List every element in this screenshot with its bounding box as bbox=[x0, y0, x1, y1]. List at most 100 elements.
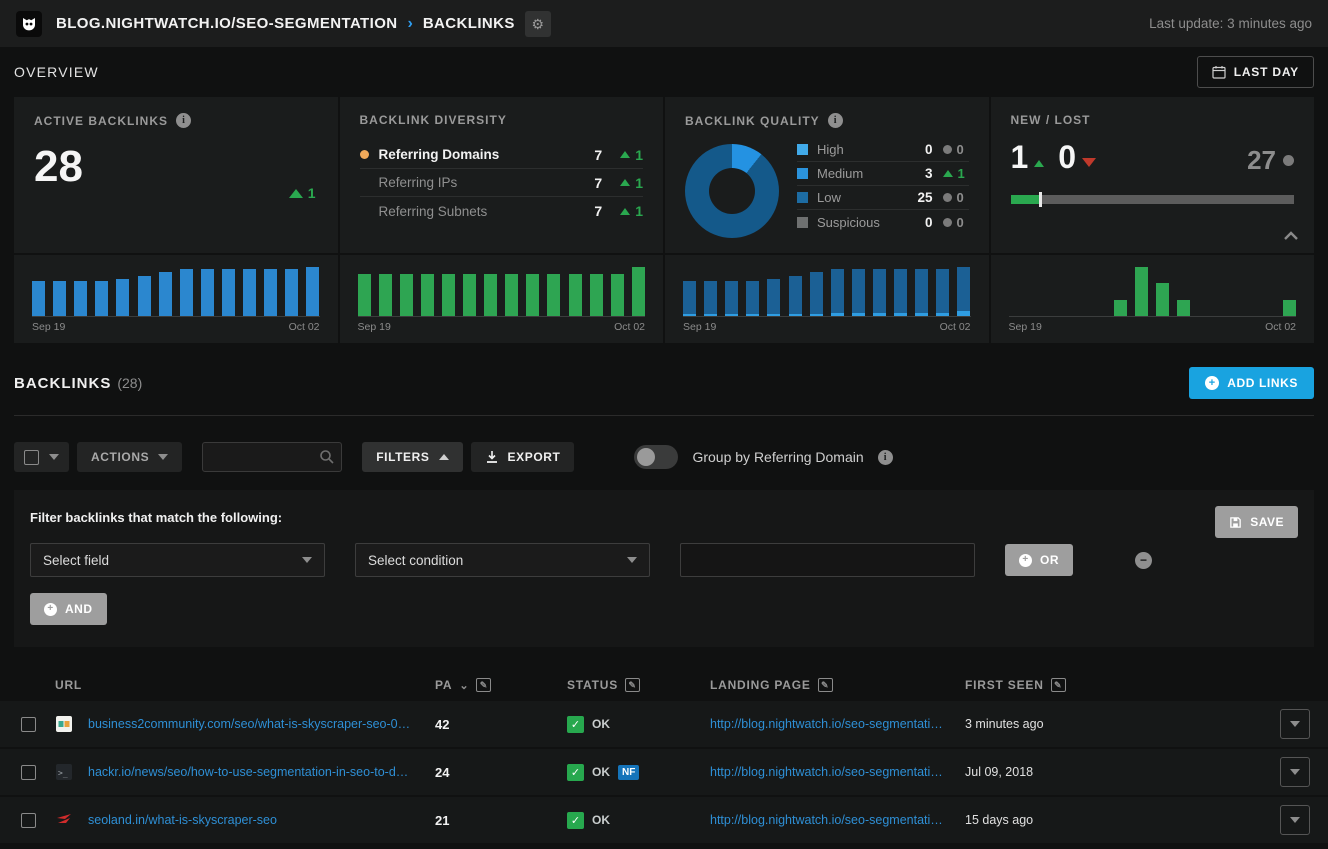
edit-column-icon[interactable]: ✎ bbox=[625, 678, 640, 692]
card-active-backlinks: ACTIVE BACKLINKS i 28 1 bbox=[14, 97, 338, 253]
diversity-row-referring-ips[interactable]: Referring IPs 7 1 bbox=[360, 169, 644, 197]
date-range-button[interactable]: LAST DAY bbox=[1197, 56, 1314, 88]
site-favicon bbox=[56, 812, 72, 828]
first-seen-value: Jul 09, 2018 bbox=[958, 765, 1280, 779]
nightwatch-logo-icon bbox=[16, 11, 42, 37]
chart-backlink-quality: Sep 19Oct 02 bbox=[665, 255, 989, 343]
landing-page-link[interactable]: http://blog.nightwatch.io/seo-segmentati… bbox=[710, 765, 958, 779]
breadcrumb-site[interactable]: BLOG.NIGHTWATCH.IO/SEO-SEGMENTATION bbox=[56, 15, 398, 32]
filters-button[interactable]: FILTERS bbox=[362, 442, 462, 472]
save-filter-button[interactable]: SAVE bbox=[1215, 506, 1298, 538]
calendar-icon bbox=[1212, 65, 1226, 79]
plus-icon: + bbox=[1019, 554, 1032, 567]
row-actions-dropdown[interactable] bbox=[1280, 709, 1310, 739]
column-header-pa[interactable]: PA ⌄ ✎ bbox=[428, 678, 560, 692]
card-title: BACKLINK QUALITY bbox=[685, 114, 820, 128]
column-header-landing-page[interactable]: LANDING PAGE ✎ bbox=[703, 678, 958, 692]
export-button[interactable]: EXPORT bbox=[471, 442, 575, 472]
diversity-row-referring-subnets[interactable]: Referring Subnets 7 1 bbox=[360, 197, 644, 225]
backlink-url-link[interactable]: business2community.com/seo/what-is-skysc… bbox=[88, 717, 428, 731]
column-header-url[interactable]: URL bbox=[0, 678, 428, 692]
trend-up-icon bbox=[620, 208, 630, 215]
group-toggle-label: Group by Referring Domain bbox=[692, 449, 863, 465]
group-by-domain-toggle[interactable] bbox=[634, 445, 678, 469]
info-icon[interactable]: i bbox=[878, 450, 893, 465]
pa-value: 24 bbox=[428, 765, 560, 780]
row-actions-dropdown[interactable] bbox=[1280, 805, 1310, 835]
backlink-url-link[interactable]: seoland.in/what-is-skyscraper-seo bbox=[88, 813, 428, 827]
lost-count: 0 bbox=[1058, 141, 1076, 173]
trend-flat-icon bbox=[943, 193, 952, 202]
row-checkbox[interactable] bbox=[21, 765, 36, 780]
pa-value: 42 bbox=[428, 717, 560, 732]
column-header-status[interactable]: STATUS ✎ bbox=[560, 678, 703, 692]
add-and-condition-button[interactable]: + AND bbox=[30, 593, 107, 625]
table-row: >_ hackr.io/news/seo/how-to-use-segmenta… bbox=[0, 749, 1328, 795]
remove-condition-icon[interactable]: − bbox=[1135, 552, 1152, 569]
quality-legend: High 0 0 Medium 3 1 Low 25 0 bbox=[797, 138, 969, 238]
legend-row-medium: Medium 3 1 bbox=[797, 162, 969, 186]
card-new-lost: NEW / LOST 1 0 27 bbox=[991, 97, 1315, 253]
trend-up-icon bbox=[289, 189, 303, 198]
row-checkbox[interactable] bbox=[21, 717, 36, 732]
sort-caret-icon: ⌄ bbox=[459, 679, 469, 692]
trend-up-icon bbox=[620, 179, 630, 186]
stat-cards-row: ACTIVE BACKLINKS i 28 1 BACKLINK DIVERSI… bbox=[14, 97, 1314, 253]
landing-page-link[interactable]: http://blog.nightwatch.io/seo-segmentati… bbox=[710, 813, 958, 827]
add-or-condition-button[interactable]: + OR bbox=[1005, 544, 1073, 576]
legend-swatch bbox=[797, 192, 808, 203]
diversity-row-referring-domains[interactable]: Referring Domains 7 1 bbox=[360, 141, 644, 169]
info-icon[interactable]: i bbox=[828, 113, 843, 128]
legend-row-suspicious: Suspicious 0 0 bbox=[797, 210, 969, 234]
chevron-down-icon bbox=[1290, 769, 1300, 775]
edit-column-icon[interactable]: ✎ bbox=[1051, 678, 1066, 692]
backlink-url-link[interactable]: hackr.io/news/seo/how-to-use-segmentatio… bbox=[88, 765, 428, 779]
chevron-up-icon bbox=[439, 454, 449, 460]
status-cell: ✓ OK bbox=[560, 716, 703, 733]
svg-text:>_: >_ bbox=[58, 769, 68, 778]
edit-column-icon[interactable]: ✎ bbox=[818, 678, 833, 692]
landing-page-link[interactable]: http://blog.nightwatch.io/seo-segmentati… bbox=[710, 717, 958, 731]
new-lost-progress-bar bbox=[1011, 195, 1295, 204]
row-actions-dropdown[interactable] bbox=[1280, 757, 1310, 787]
chart-new-lost: Sep 19Oct 02 bbox=[991, 255, 1315, 343]
first-seen-value: 15 days ago bbox=[958, 813, 1280, 827]
progress-fill bbox=[1011, 195, 1039, 204]
status-ok-check-icon: ✓ bbox=[567, 812, 584, 829]
search-wrap bbox=[202, 442, 342, 472]
legend-row-low: Low 25 0 bbox=[797, 186, 969, 210]
select-field-dropdown[interactable]: Select field bbox=[30, 543, 325, 577]
backlinks-toolbar: ACTIONS FILTERS EXPORT Group by Referrin… bbox=[14, 442, 1314, 472]
mini-charts-row: Sep 19Oct 02 Sep 19Oct 02 Sep 19Oct 02 S… bbox=[14, 255, 1314, 343]
row-checkbox[interactable] bbox=[21, 813, 36, 828]
column-header-first-seen[interactable]: FIRST SEEN ✎ bbox=[958, 678, 1280, 692]
trend-flat-icon bbox=[943, 218, 952, 227]
x-axis-start-label: Sep 19 bbox=[683, 321, 716, 333]
settings-gear-icon[interactable]: ⚙ bbox=[525, 11, 551, 37]
quality-donut-chart bbox=[685, 144, 779, 238]
add-links-button[interactable]: + ADD LINKS bbox=[1189, 367, 1314, 399]
section-divider bbox=[14, 415, 1314, 416]
card-title: BACKLINK DIVERSITY bbox=[360, 113, 507, 127]
x-axis-end-label: Oct 02 bbox=[289, 321, 320, 333]
select-all-checkbox[interactable] bbox=[24, 450, 39, 465]
actions-dropdown[interactable]: ACTIONS bbox=[77, 442, 182, 472]
status-cell: ✓ OK NF bbox=[560, 764, 703, 781]
chevron-down-icon bbox=[158, 454, 168, 460]
chevron-down-icon bbox=[49, 454, 59, 460]
status-ok-check-icon: ✓ bbox=[567, 764, 584, 781]
edit-column-icon[interactable]: ✎ bbox=[476, 678, 491, 692]
breadcrumb-section[interactable]: BACKLINKS bbox=[423, 15, 515, 32]
x-axis-start-label: Sep 19 bbox=[32, 321, 65, 333]
trend-up-icon bbox=[1034, 160, 1044, 167]
filter-value-input[interactable] bbox=[680, 543, 975, 577]
pa-value: 21 bbox=[428, 813, 560, 828]
card-backlink-diversity: BACKLINK DIVERSITY Referring Domains 7 1… bbox=[340, 97, 664, 253]
select-condition-dropdown[interactable]: Select condition bbox=[355, 543, 650, 577]
plus-icon: + bbox=[1205, 376, 1219, 390]
collapse-chevron-up-icon[interactable] bbox=[1282, 229, 1300, 247]
info-icon[interactable]: i bbox=[176, 113, 191, 128]
chart-referring-domains: Sep 19Oct 02 bbox=[340, 255, 664, 343]
chevron-down-icon bbox=[302, 557, 312, 563]
select-all-dropdown[interactable] bbox=[14, 442, 69, 472]
